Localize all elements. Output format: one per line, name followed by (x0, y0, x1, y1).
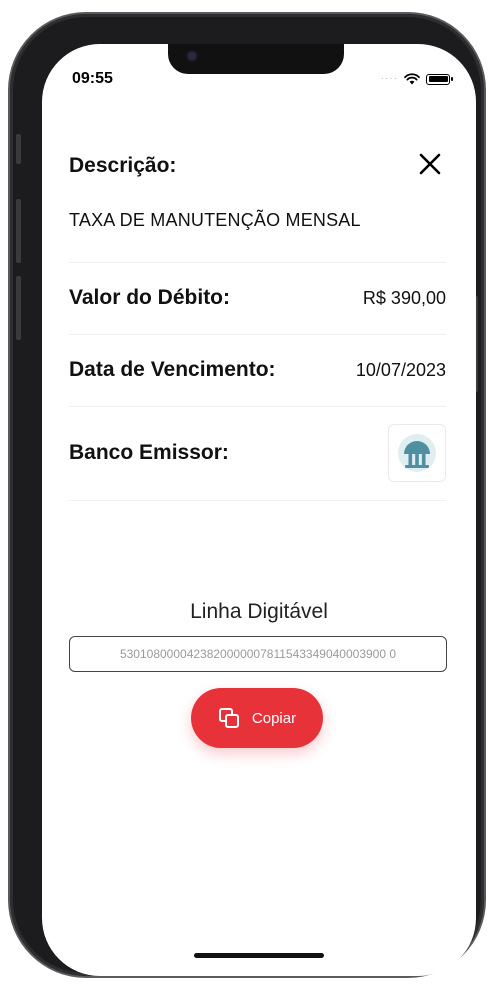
copy-button-label: Copiar (251, 709, 297, 727)
wifi-icon (404, 73, 420, 85)
valor-value: R$ 390,00 (362, 288, 446, 308)
status-icons: ···· (380, 70, 453, 88)
vencimento-label: Data de Vencimento: (69, 358, 276, 381)
vencimento-value: 10/07/2023 (355, 360, 446, 380)
copy-button[interactable]: Copiar (191, 688, 323, 748)
descricao-value: TAXA DE MANUTENÇÃO MENSAL (69, 210, 361, 230)
notch (168, 44, 344, 74)
screen: 09:55 ···· Descrição: TAXA DE MANUTENÇÃO… (42, 44, 476, 976)
divider (69, 262, 446, 263)
close-icon (419, 153, 441, 175)
camera-icon (188, 52, 196, 60)
bank-building-icon (398, 434, 436, 472)
linha-digitavel-title: Linha Digitável (190, 600, 328, 623)
valor-label: Valor do Débito: (69, 286, 231, 309)
divider (69, 334, 446, 335)
mute-switch (16, 134, 21, 164)
bank-logo (388, 424, 446, 482)
cellular-signal-icon: ···· (380, 73, 398, 84)
volume-down-button (16, 276, 21, 340)
home-indicator[interactable] (194, 953, 324, 958)
status-time: 09:55 (72, 70, 113, 87)
phone-frame: 09:55 ···· Descrição: TAXA DE MANUTENÇÃO… (10, 14, 484, 976)
descricao-label: Descrição: (69, 154, 177, 177)
battery-icon (426, 73, 453, 85)
linha-digitavel-field[interactable] (69, 636, 447, 672)
divider (69, 406, 446, 407)
volume-up-button (16, 199, 21, 263)
close-button[interactable] (416, 150, 444, 178)
divider (69, 500, 446, 501)
banco-label: Banco Emissor: (69, 441, 229, 464)
copy-icon (218, 708, 239, 728)
